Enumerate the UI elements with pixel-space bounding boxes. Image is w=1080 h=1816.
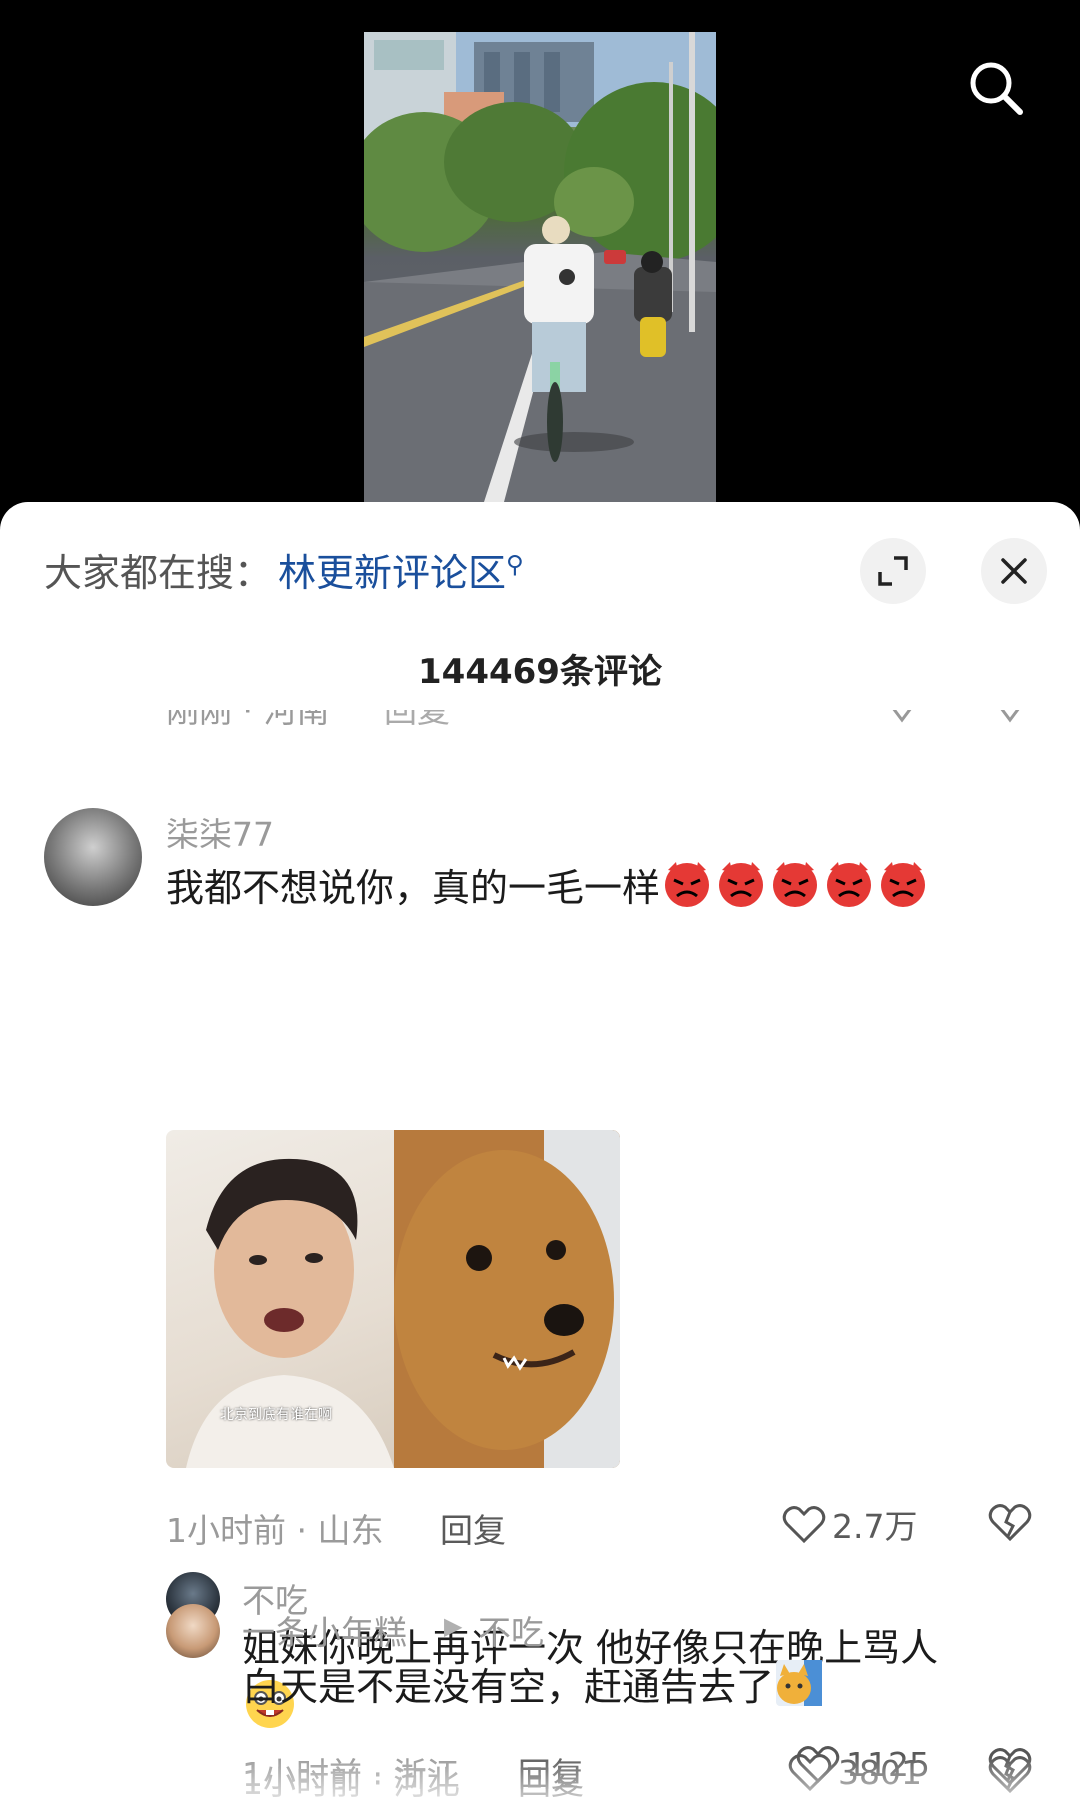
meme-man-panel: 北京到底有谁在啊 xyxy=(166,1130,394,1468)
comment-meta: 1小时前 · 山东 xyxy=(166,1511,384,1550)
video-thumbnail[interactable] xyxy=(364,32,716,502)
reply-button[interactable]: 回复 xyxy=(440,1504,506,1552)
comments-header: 大家都在搜： 林更新评论区⚲ 144469条评论 xyxy=(0,502,1080,692)
angry-face-icon xyxy=(876,858,930,923)
comment-meta: 刚刚 · 河南 xyxy=(166,710,330,730)
comment-text: 白天是不是没有空，赶通告去了 xyxy=(242,1656,1022,1723)
trending-prefix: 大家都在搜： xyxy=(44,551,273,595)
meme-dog-panel xyxy=(394,1130,620,1468)
street-scene-image xyxy=(364,32,716,502)
trending-query[interactable]: 林更新评论区 xyxy=(278,551,506,595)
comment-image[interactable]: 北京到底有谁在啊 xyxy=(166,1130,620,1468)
comment-text: 我都不想说你，真的一毛一样 xyxy=(166,858,1046,923)
heart-icon[interactable] xyxy=(880,710,924,724)
angry-face-icon xyxy=(768,858,822,923)
angry-face-icon xyxy=(660,858,714,923)
comments-sheet: 大家都在搜： 林更新评论区⚲ 144469条评论 刚刚 · 河南 回复 柒柒77… xyxy=(0,502,1080,1816)
angry-face-icon xyxy=(714,858,768,923)
angry-face-icon xyxy=(822,858,876,923)
partial-comment-row: 刚刚 · 河南 回复 xyxy=(0,710,1080,744)
reply-arrow-icon: ▶ xyxy=(444,1612,463,1640)
broken-heart-icon[interactable] xyxy=(988,710,1032,724)
cat-sticker-icon xyxy=(774,1656,824,1723)
avatar[interactable] xyxy=(44,808,142,906)
reply-button[interactable]: 回复 xyxy=(518,1748,584,1796)
like-button[interactable]: 1125 xyxy=(796,1744,930,1784)
heart-icon xyxy=(796,1746,840,1784)
dislike-button[interactable] xyxy=(988,1746,1032,1790)
broken-heart-icon xyxy=(988,1504,1032,1542)
close-icon xyxy=(1001,558,1027,584)
like-count: 2.7万 xyxy=(832,1507,918,1546)
avatar[interactable] xyxy=(166,1604,220,1658)
like-button[interactable]: 2.7万 xyxy=(782,1500,917,1548)
like-count: 1125 xyxy=(846,1744,930,1784)
expand-button[interactable] xyxy=(860,538,926,604)
replied-to-username[interactable]: 不吃 xyxy=(478,1606,544,1654)
small-search-icon: ⚲ xyxy=(506,550,524,579)
comment-username[interactable]: 一条小年糕 xyxy=(242,1606,407,1654)
comment-username[interactable]: 柒柒77 xyxy=(166,808,274,856)
comment-meta: 1小时前 · 浙江 xyxy=(242,1755,460,1794)
trending-search-link[interactable]: 林更新评论区⚲ xyxy=(278,542,524,597)
expand-icon xyxy=(878,556,908,586)
meme-caption: 北京到底有谁在啊 xyxy=(220,1407,332,1423)
comment-count: 144469条评论 xyxy=(418,652,662,692)
comment-body: 我都不想说你，真的一毛一样 xyxy=(166,866,661,910)
search-icon[interactable] xyxy=(966,58,1026,118)
reply-button[interactable]: 回复 xyxy=(384,710,450,732)
close-button[interactable] xyxy=(981,538,1047,604)
dislike-button[interactable] xyxy=(988,1502,1032,1546)
comment-body: 白天是不是没有空，赶通告去了 xyxy=(242,1665,775,1709)
broken-heart-icon xyxy=(988,1748,1032,1786)
video-player[interactable] xyxy=(0,0,1080,520)
heart-icon xyxy=(782,1506,826,1544)
